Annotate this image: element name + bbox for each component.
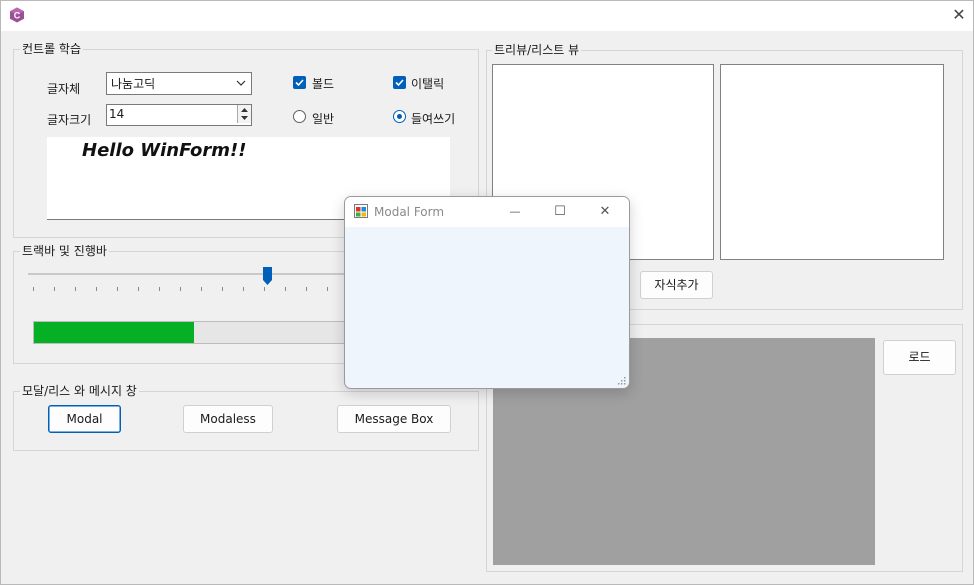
- modaless-button[interactable]: Modaless: [183, 405, 273, 433]
- italic-checkbox[interactable]: [393, 76, 406, 89]
- font-label: 글자체: [47, 82, 81, 96]
- size-value: 14: [109, 107, 125, 121]
- font-combobox[interactable]: 나눔고딕: [106, 72, 252, 95]
- font-combobox-value: 나눔고딕: [111, 77, 156, 91]
- chevron-down-icon[interactable]: [235, 73, 247, 92]
- trackbar-tick: [243, 287, 244, 291]
- check-icon: [295, 79, 304, 87]
- progress-bar: [33, 321, 355, 344]
- trackbar-tick: [264, 287, 265, 291]
- spin-down-icon: [241, 116, 248, 120]
- trackbar-tick: [54, 287, 55, 291]
- preview-text: Hello WinForm!!: [82, 140, 247, 161]
- check-icon: [395, 79, 404, 87]
- modal-form-window[interactable]: Modal Form — ☐ ✕: [344, 196, 630, 389]
- maximize-icon[interactable]: ☐: [550, 203, 570, 221]
- trackbar-tick: [33, 287, 34, 291]
- trackbar-tick: [201, 287, 202, 291]
- treelist-group-title: 트리뷰/리스트 뷰: [492, 43, 582, 57]
- progress-fill: [34, 322, 194, 343]
- bold-checkbox[interactable]: [293, 76, 306, 89]
- load-button[interactable]: 로드: [883, 340, 956, 375]
- trackbar-tick: [327, 287, 328, 291]
- normal-radio-label[interactable]: 일반: [312, 110, 334, 127]
- svg-text:C: C: [14, 11, 21, 21]
- trackbar-track[interactable]: [28, 273, 348, 275]
- trackbar-tick: [285, 287, 286, 291]
- trackbar-thumb[interactable]: [262, 266, 273, 286]
- normal-radio[interactable]: [293, 110, 306, 123]
- spin-up-button[interactable]: [237, 105, 251, 114]
- trackbar-tick: [117, 287, 118, 291]
- trackbar-tick: [96, 287, 97, 291]
- modal-title-bar[interactable]: Modal Form — ☐ ✕: [345, 197, 629, 227]
- resize-grip-icon[interactable]: [617, 376, 627, 386]
- trackbar-tick: [306, 287, 307, 291]
- messagebox-button[interactable]: Message Box: [337, 405, 451, 433]
- modal-group-title: 모달/리스 와 메시지 창: [20, 384, 139, 398]
- form-icon: [354, 204, 368, 218]
- spin-up-icon: [241, 108, 248, 112]
- size-numeric-updown[interactable]: 14: [106, 104, 252, 126]
- bold-checkbox-label[interactable]: 볼드: [312, 75, 334, 92]
- title-bar[interactable]: C ✕: [0, 0, 974, 31]
- close-icon[interactable]: ✕: [595, 203, 615, 221]
- indent-radio[interactable]: [393, 110, 406, 123]
- trackbar-tick: [159, 287, 160, 291]
- close-icon[interactable]: ✕: [950, 6, 968, 24]
- minimize-icon[interactable]: —: [505, 203, 525, 221]
- modal-title: Modal Form: [374, 205, 445, 219]
- spin-down-button[interactable]: [237, 114, 251, 123]
- trackbar-group-title: 트랙바 및 진행바: [20, 244, 109, 258]
- trackbar-tick: [75, 287, 76, 291]
- trackbar-tick: [138, 287, 139, 291]
- add-child-button[interactable]: 자식추가: [640, 271, 713, 299]
- radio-selected-dot: [397, 114, 402, 119]
- indent-radio-label[interactable]: 들여쓰기: [411, 110, 455, 127]
- size-label: 글자크기: [47, 113, 92, 127]
- app-icon: C: [10, 7, 24, 23]
- list-view[interactable]: [720, 64, 944, 260]
- trackbar-tick: [180, 287, 181, 291]
- trackbar-tick: [222, 287, 223, 291]
- modal-button[interactable]: Modal: [48, 405, 121, 433]
- italic-checkbox-label[interactable]: 이탤릭: [411, 75, 444, 92]
- controls-group-title: 컨트롤 학습: [20, 42, 84, 56]
